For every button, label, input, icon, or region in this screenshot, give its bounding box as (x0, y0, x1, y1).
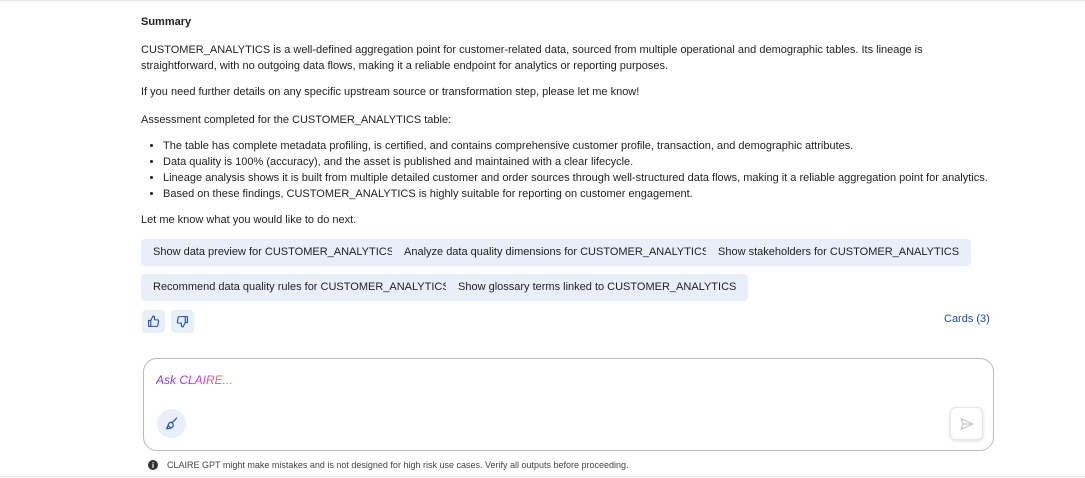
thumbs-down-icon (176, 316, 188, 328)
list-item: Data quality is 100% (accuracy), and the… (163, 154, 1001, 170)
suggestion-chip-quality-rules[interactable]: Recommend data quality rules for CUSTOME… (141, 274, 462, 301)
assistant-message: Summary CUSTOMER_ANALYTICS is a well-def… (141, 14, 1001, 238)
list-item: The table has complete metadata profilin… (163, 138, 1001, 154)
suggestion-chip-stakeholders[interactable]: Show stakeholders for CUSTOMER_ANALYTICS (706, 239, 972, 266)
summary-heading: Summary (141, 16, 192, 28)
list-item: Lineage analysis shows it is built from … (163, 170, 1001, 186)
chat-input-box[interactable]: Ask CLAIRE... (143, 358, 994, 451)
suggestion-chip-data-preview[interactable]: Show data preview for CUSTOMER_ANALYTICS (141, 239, 407, 266)
suggestion-chip-glossary-terms[interactable]: Show glossary terms linked to CUSTOMER_A… (446, 274, 749, 301)
followup-paragraph: If you need further details on any speci… (141, 86, 640, 98)
cards-link[interactable]: Cards (3) (944, 313, 990, 325)
top-divider (0, 0, 1085, 1)
info-icon (148, 460, 158, 470)
assessment-list: The table has complete metadata profilin… (141, 138, 1001, 202)
disclaimer-text: CLAIRE GPT might make mistakes and is no… (167, 460, 629, 470)
list-item: Based on these findings, CUSTOMER_ANALYT… (163, 186, 1001, 202)
thumbs-up-button[interactable] (142, 310, 165, 333)
chat-input-placeholder[interactable]: Ask CLAIRE... (156, 373, 233, 387)
send-button[interactable] (950, 407, 983, 440)
send-icon (959, 417, 974, 430)
disclaimer: CLAIRE GPT might make mistakes and is no… (148, 460, 629, 470)
closing-text: Let me know what you would like to do ne… (141, 214, 357, 226)
thumbs-up-icon (148, 315, 160, 327)
suggestion-chip-quality-dimensions[interactable]: Analyze data quality dimensions for CUST… (392, 239, 722, 266)
clear-chat-button[interactable] (157, 409, 186, 438)
bottom-divider (0, 476, 1085, 477)
thumbs-down-button[interactable] (171, 310, 194, 333)
summary-paragraph: CUSTOMER_ANALYTICS is a well-defined agg… (141, 44, 923, 72)
assessment-intro: Assessment completed for the CUSTOMER_AN… (141, 114, 452, 126)
brush-icon (165, 416, 177, 429)
